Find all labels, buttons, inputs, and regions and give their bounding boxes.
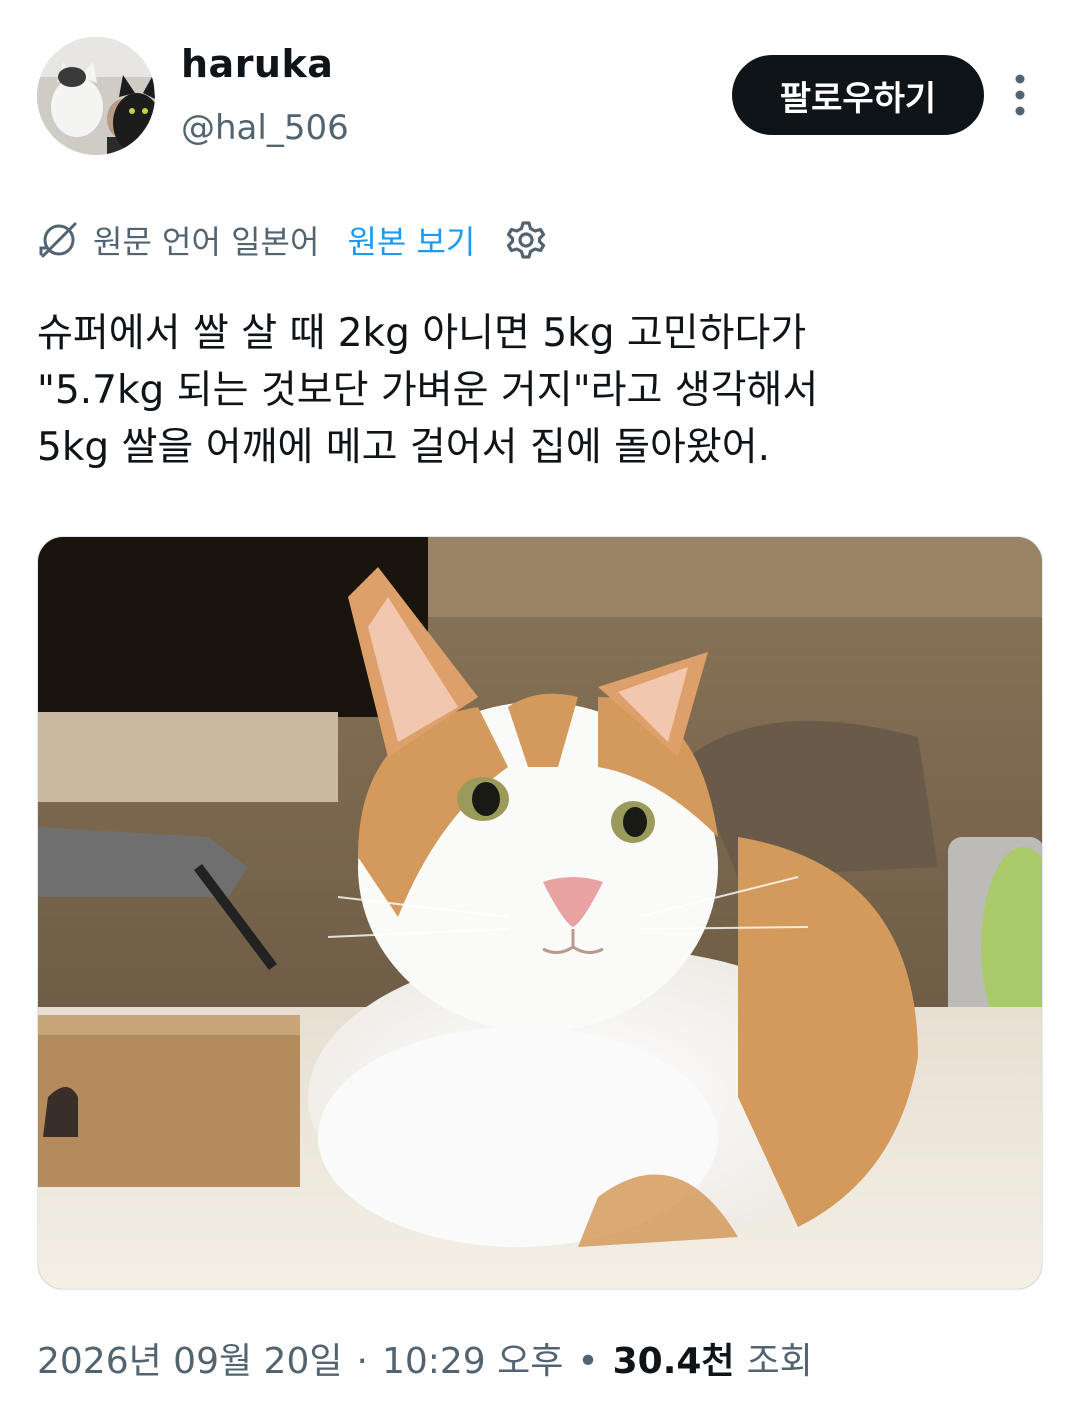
views-count: 30.4천 [612,1341,735,1382]
tweet-meta: 2026년 09월 20일 · 10:29 오후 • 30.4천 조회 [37,1332,813,1384]
author-handle[interactable]: @hal_506 [181,108,349,148]
views-label: 조회 [746,1341,813,1382]
translation-bar: 원문 언어 일본어 원본 보기 [37,212,547,268]
tweet-text: 슈퍼에서 쌀 살 때 2kg 아니면 5kg 고민하다가 "5.7kg 되는 것… [37,305,1047,476]
gear-icon[interactable] [505,219,547,261]
meta-separator: · [356,1341,368,1382]
tweet-text-line: "5.7kg 되는 것보단 가벼운 거지"라고 생각해서 [37,368,819,413]
meta-bullet: • [577,1341,599,1382]
author-display-name[interactable]: haruka [181,42,333,86]
translate-icon [37,218,81,262]
more-options-icon[interactable] [1000,70,1040,120]
follow-button[interactable]: 팔로우하기 [732,55,984,135]
avatar-image [37,37,155,155]
original-language-label: 원문 언어 일본어 [93,223,320,261]
tweet-text-line: 5kg 쌀을 어깨에 메고 걸어서 집에 돌아왔어. [37,425,771,470]
author-avatar[interactable] [37,37,155,155]
tweet-date[interactable]: 2026년 09월 20일 [37,1332,342,1384]
show-original-link[interactable]: 원본 보기 [347,217,475,263]
tweet-photo[interactable] [37,536,1043,1290]
cat-photo-image [38,537,1042,1289]
tweet-text-line: 슈퍼에서 쌀 살 때 2kg 아니면 5kg 고민하다가 [37,311,807,356]
tweet-time[interactable]: 10:29 오후 [382,1332,563,1384]
